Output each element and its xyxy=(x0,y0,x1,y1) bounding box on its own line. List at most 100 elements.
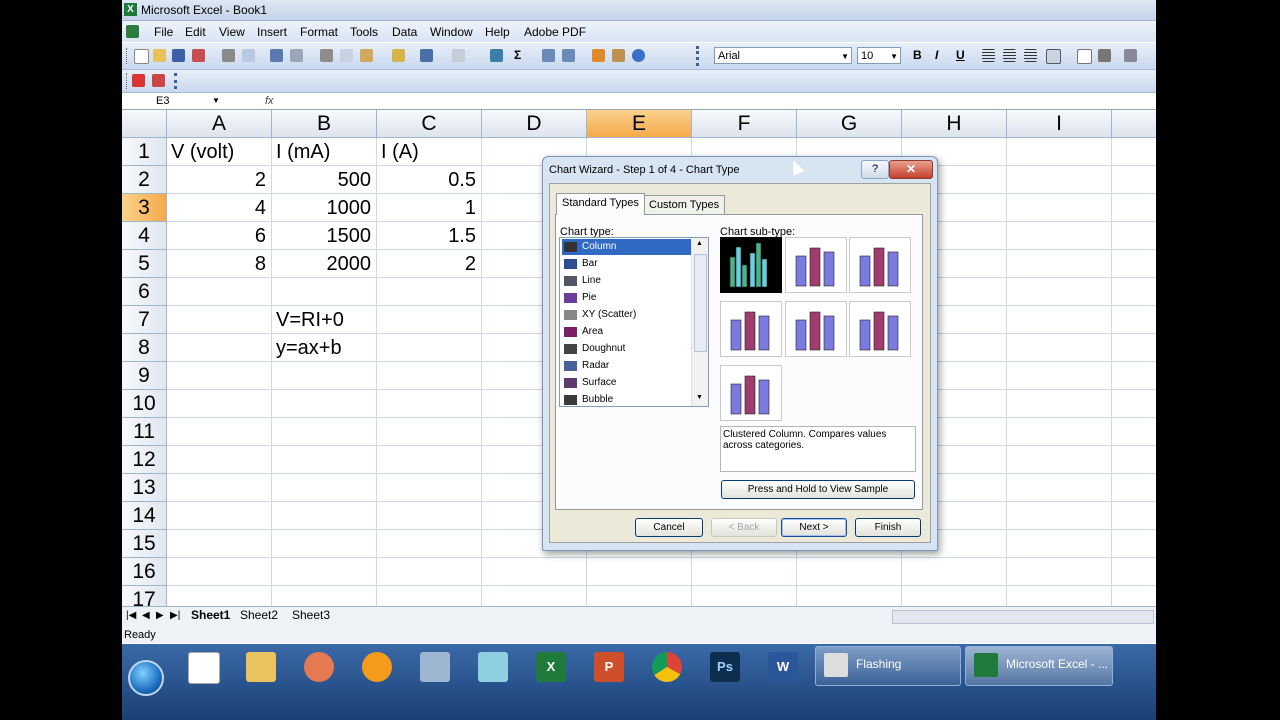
subtype-100-stacked-column-icon[interactable] xyxy=(849,237,911,293)
menu-help[interactable]: Help xyxy=(485,25,510,39)
horizontal-scrollbar[interactable] xyxy=(892,610,1154,624)
borders-icon[interactable] xyxy=(1077,49,1092,64)
chart-type-doughnut[interactable]: Doughnut xyxy=(562,341,692,357)
cell-c4[interactable]: 1.5 xyxy=(381,222,476,250)
menu-format[interactable]: Format xyxy=(300,25,338,39)
column-header-d[interactable]: D xyxy=(482,110,587,138)
fill-color-icon[interactable] xyxy=(1098,49,1111,62)
tab-sheet3[interactable]: Sheet3 xyxy=(292,608,330,622)
autosum-icon[interactable]: Σ xyxy=(514,48,521,62)
row-header-5[interactable]: 5 xyxy=(122,250,167,278)
column-header-a[interactable]: A xyxy=(167,110,272,138)
convert-pdf-icon[interactable] xyxy=(132,74,145,87)
column-header-partial[interactable] xyxy=(1112,110,1156,138)
prev-sheet-icon[interactable]: ◀ xyxy=(142,610,150,621)
chart-type-area[interactable]: Area xyxy=(562,324,692,340)
cell-b5[interactable]: 2000 xyxy=(276,250,372,278)
chart-type-xy-scatter[interactable]: XY (Scatter) xyxy=(562,307,692,323)
subtype-3d-stacked-column-icon[interactable] xyxy=(785,301,847,357)
row-header-11[interactable]: 11 xyxy=(122,418,167,446)
name-box[interactable]: E3 ▼ xyxy=(122,93,226,109)
cell-b8[interactable]: y=ax+b xyxy=(276,334,371,362)
back-button[interactable]: < Back xyxy=(711,518,777,537)
powerpoint-icon[interactable]: P xyxy=(584,650,634,686)
column-header-b[interactable]: B xyxy=(272,110,377,138)
row-header-16[interactable]: 16 xyxy=(122,558,167,586)
tab-standard-types[interactable]: Standard Types xyxy=(556,193,645,215)
row-header-13[interactable]: 13 xyxy=(122,474,167,502)
calculator-icon[interactable] xyxy=(410,650,460,686)
help-icon[interactable] xyxy=(632,49,645,62)
new-icon[interactable] xyxy=(134,49,149,64)
cell-c1[interactable]: I (A) xyxy=(381,138,476,166)
convert-pdf-email-icon[interactable] xyxy=(152,74,165,87)
cell-c3[interactable]: 1 xyxy=(381,194,476,222)
cut-icon[interactable] xyxy=(320,49,333,62)
taskbar-window-excel[interactable]: Microsoft Excel - ... xyxy=(965,646,1113,686)
merge-center-icon[interactable] xyxy=(1046,49,1061,64)
align-left-icon[interactable] xyxy=(982,49,995,62)
scroll-down-icon[interactable]: ▼ xyxy=(696,394,703,401)
toolbar-grip[interactable] xyxy=(126,48,130,64)
format-painter-icon[interactable] xyxy=(392,49,405,62)
open-icon[interactable] xyxy=(153,49,166,62)
row-header-3[interactable]: 3 xyxy=(122,194,167,222)
cell-b2[interactable]: 500 xyxy=(276,166,371,194)
row-header-15[interactable]: 15 xyxy=(122,530,167,558)
tab-custom-types[interactable]: Custom Types xyxy=(643,195,726,214)
file-explorer-icon[interactable] xyxy=(236,650,286,686)
last-sheet-icon[interactable]: ▶| xyxy=(170,610,180,621)
photoshop-icon[interactable]: Ps xyxy=(700,650,750,686)
chrome-icon[interactable] xyxy=(642,650,692,686)
chart-type-line[interactable]: Line xyxy=(562,273,692,289)
cell-a3[interactable]: 4 xyxy=(171,194,266,222)
menu-tools[interactable]: Tools xyxy=(350,25,378,39)
cell-b4[interactable]: 1500 xyxy=(276,222,372,250)
undo-icon[interactable] xyxy=(420,49,433,62)
paint-icon[interactable] xyxy=(294,650,344,686)
chart-wizard-icon[interactable] xyxy=(592,49,605,62)
subtype-3d-100-stacked-column-icon[interactable] xyxy=(849,301,911,357)
cell-c5[interactable]: 2 xyxy=(381,250,476,278)
cell-b3[interactable]: 1000 xyxy=(276,194,372,222)
row-header-17[interactable]: 17 xyxy=(122,586,167,606)
scroll-thumb[interactable] xyxy=(694,254,707,352)
first-sheet-icon[interactable]: |◀ xyxy=(126,610,136,621)
toolbar-grip[interactable] xyxy=(126,73,130,89)
font-color-icon[interactable] xyxy=(1124,49,1137,62)
cell-a1[interactable]: V (volt) xyxy=(171,138,266,166)
chart-type-scrollbar[interactable]: ▲ ▼ xyxy=(691,238,708,406)
font-size-select[interactable]: 10 ▼ xyxy=(857,47,901,64)
hyperlink-icon[interactable] xyxy=(490,49,503,62)
cell-a2[interactable]: 2 xyxy=(171,166,266,194)
excel-icon[interactable]: X xyxy=(526,650,576,686)
document-icon[interactable] xyxy=(126,25,139,38)
finish-button[interactable]: Finish xyxy=(855,518,921,537)
menu-insert[interactable]: Insert xyxy=(257,25,287,39)
next-button[interactable]: Next > xyxy=(781,518,847,537)
word-icon[interactable]: W xyxy=(758,650,808,686)
print-icon[interactable] xyxy=(222,49,235,62)
underline-button[interactable]: U xyxy=(956,48,965,62)
scroll-up-icon[interactable]: ▲ xyxy=(696,240,703,247)
next-sheet-icon[interactable]: ▶ xyxy=(156,610,164,621)
save-icon[interactable] xyxy=(172,49,185,62)
row-header-7[interactable]: 7 xyxy=(122,306,167,334)
sort-descending-icon[interactable] xyxy=(562,49,575,62)
column-header-h[interactable]: H xyxy=(902,110,1007,138)
menu-view[interactable]: View xyxy=(219,25,245,39)
chart-type-pie[interactable]: Pie xyxy=(562,290,692,306)
row-header-1[interactable]: 1 xyxy=(122,138,167,166)
cell-b1[interactable]: I (mA) xyxy=(276,138,371,166)
close-button[interactable]: ✕ xyxy=(889,160,933,179)
chart-type-bubble[interactable]: Bubble xyxy=(562,392,692,406)
chart-type-column[interactable]: Column xyxy=(562,239,692,255)
print-preview-icon[interactable] xyxy=(242,49,255,62)
italic-button[interactable]: I xyxy=(935,48,938,62)
tab-sheet2[interactable]: Sheet2 xyxy=(240,608,278,622)
subtype-stacked-column-icon[interactable] xyxy=(785,237,847,293)
menu-file[interactable]: File xyxy=(154,25,173,39)
row-header-12[interactable]: 12 xyxy=(122,446,167,474)
menu-data[interactable]: Data xyxy=(392,25,417,39)
graph-app-icon[interactable] xyxy=(178,650,228,686)
